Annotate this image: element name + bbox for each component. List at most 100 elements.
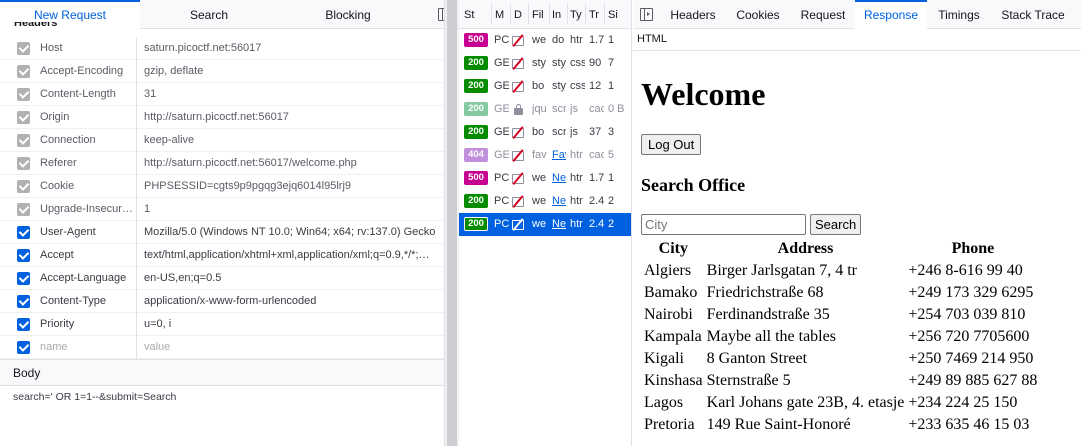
header-name-input[interactable]: Origin bbox=[40, 106, 135, 129]
header-name-input[interactable]: Connection bbox=[40, 129, 135, 152]
header-checkbox[interactable] bbox=[17, 134, 30, 147]
request-row[interactable]: 200 GE jquscrjscac 0 B bbox=[459, 98, 631, 121]
tab-stack-trace[interactable]: Stack Trace bbox=[995, 0, 1071, 29]
header-value-input[interactable]: value bbox=[144, 336, 436, 359]
header-value-input[interactable]: gzip, deflate bbox=[144, 60, 436, 83]
column-size[interactable]: Si bbox=[608, 0, 630, 29]
tab-search[interactable]: Search bbox=[140, 0, 278, 29]
lock-icon bbox=[514, 104, 523, 115]
header-value-input[interactable]: text/html,application/xhtml+xml,applicat… bbox=[144, 244, 436, 267]
tab-response[interactable]: Response bbox=[855, 0, 927, 29]
tab-timings[interactable]: Timings bbox=[929, 0, 989, 29]
request-row[interactable]: 200 PC we Ne htr 2.4 2 bbox=[459, 190, 631, 213]
header-row[interactable]: Host saturn.picoctf.net:56017 bbox=[0, 37, 444, 60]
header-row[interactable]: Accept text/html,application/xhtml+xml,ap… bbox=[0, 244, 444, 267]
header-name-input[interactable]: Accept-Language bbox=[40, 267, 135, 290]
request-list-header: St M D Fil In Ty Tr Si bbox=[459, 0, 631, 29]
header-checkbox[interactable] bbox=[17, 272, 30, 285]
initiator-cell: scr bbox=[552, 126, 566, 138]
header-value-input[interactable]: 31 bbox=[144, 83, 436, 106]
search-button[interactable]: Search bbox=[810, 214, 862, 235]
header-checkbox[interactable] bbox=[17, 42, 30, 55]
initiator-cell[interactable]: Fav bbox=[552, 144, 566, 167]
header-row[interactable]: Upgrade-Insecur… 1 bbox=[0, 198, 444, 221]
toggle-sidebar-icon[interactable] bbox=[438, 8, 444, 21]
header-row[interactable]: Origin http://saturn.picoctf.net:56017 bbox=[0, 106, 444, 129]
header-row[interactable]: Accept-Language en-US,en;q=0.5 bbox=[0, 267, 444, 290]
tab-request[interactable]: Request bbox=[793, 0, 853, 29]
request-row[interactable]: 200 PC we Ne htr 2.4 2 bbox=[459, 213, 631, 236]
header-name-input[interactable]: Content-Length bbox=[40, 83, 135, 106]
header-row[interactable]: Content-Type application/x-www-form-urlen… bbox=[0, 290, 444, 313]
column-initiator[interactable]: In bbox=[552, 0, 566, 29]
header-name-input[interactable]: Content-Type bbox=[40, 290, 135, 313]
status-badge: 200 bbox=[464, 79, 488, 93]
column-status[interactable]: St bbox=[464, 0, 490, 29]
header-checkbox[interactable] bbox=[17, 318, 30, 331]
scrollbar-thumb[interactable] bbox=[447, 0, 457, 446]
city-search-input[interactable]: City bbox=[641, 214, 806, 235]
header-value-input[interactable]: en-US,en;q=0.5 bbox=[144, 267, 436, 290]
blocked-icon bbox=[511, 195, 524, 208]
header-row[interactable]: Connection keep-alive bbox=[0, 129, 444, 152]
header-row[interactable]: Referer http://saturn.picoctf.net:56017/w… bbox=[0, 152, 444, 175]
column-domain[interactable]: D bbox=[514, 0, 526, 29]
header-value-input[interactable]: http://saturn.picoctf.net:56017 bbox=[144, 106, 436, 129]
left-panel-scrollbar[interactable] bbox=[445, 0, 459, 446]
header-checkbox[interactable] bbox=[17, 249, 30, 262]
header-value-input[interactable]: keep-alive bbox=[144, 129, 436, 152]
header-checkbox[interactable] bbox=[17, 157, 30, 170]
column-transferred[interactable]: Tr bbox=[589, 0, 603, 29]
column-file[interactable]: Fil bbox=[532, 0, 549, 29]
header-name-input[interactable]: Upgrade-Insecur… bbox=[40, 198, 135, 221]
request-row[interactable]: 200 GE sty sty css 90 7 bbox=[459, 52, 631, 75]
tab-blocking[interactable]: Blocking bbox=[278, 0, 418, 29]
header-checkbox[interactable] bbox=[17, 65, 30, 78]
header-row[interactable]: name value bbox=[0, 336, 444, 359]
header-value-input[interactable]: application/x-www-form-urlencoded bbox=[144, 290, 436, 313]
request-row[interactable]: 404 GE fav Favhtrcac 5 bbox=[459, 144, 631, 167]
header-name-input[interactable]: User-Agent bbox=[40, 221, 135, 244]
tab-cookies[interactable]: Cookies bbox=[729, 0, 787, 29]
initiator-cell[interactable]: Ne bbox=[552, 190, 566, 213]
header-name-input[interactable]: Cookie bbox=[40, 175, 135, 198]
response-format-bar[interactable]: HTML bbox=[633, 29, 1081, 51]
column-type[interactable]: Ty bbox=[570, 0, 584, 29]
header-value-input[interactable]: saturn.picoctf.net:56017 bbox=[144, 37, 436, 60]
header-value-input[interactable]: Mozilla/5.0 (Windows NT 10.0; Win64; x64… bbox=[144, 221, 436, 244]
column-method[interactable]: M bbox=[495, 0, 509, 29]
header-value-input[interactable]: http://saturn.picoctf.net:56017/welcome.… bbox=[144, 152, 436, 175]
header-checkbox[interactable] bbox=[17, 295, 30, 308]
request-row[interactable]: 500 PC we Ne htr 1.7 1 bbox=[459, 167, 631, 190]
request-body-textarea[interactable]: search=' OR 1=1--&submit=Search bbox=[13, 391, 176, 403]
initiator-cell[interactable]: Ne bbox=[552, 213, 566, 236]
header-checkbox[interactable] bbox=[17, 111, 30, 124]
logout-button[interactable]: Log Out bbox=[641, 134, 702, 155]
request-row[interactable]: 200 GE bo scr js 37 3 bbox=[459, 121, 631, 144]
header-row[interactable]: User-Agent Mozilla/5.0 (Windows NT 10.0; … bbox=[0, 221, 444, 244]
header-value-input[interactable]: 1 bbox=[144, 198, 436, 221]
tab-headers[interactable]: Headers bbox=[663, 0, 723, 29]
header-checkbox[interactable] bbox=[17, 203, 30, 216]
header-name-input[interactable]: name bbox=[40, 336, 135, 359]
header-value-input[interactable]: PHPSESSID=cgts9p9pgqg3ejq6014l95lrj9 bbox=[144, 175, 436, 198]
header-row[interactable]: Cookie PHPSESSID=cgts9p9pgqg3ejq6014l95lr… bbox=[0, 175, 444, 198]
request-row[interactable]: 200 GE bo sty css 12 1 bbox=[459, 75, 631, 98]
header-name-input[interactable]: Accept-Encoding bbox=[40, 60, 135, 83]
initiator-cell[interactable]: Ne bbox=[552, 167, 566, 190]
header-checkbox[interactable] bbox=[17, 341, 30, 354]
header-value-input[interactable]: u=0, i bbox=[144, 313, 436, 336]
header-row[interactable]: Accept-Encoding gzip, deflate bbox=[0, 60, 444, 83]
toggle-details-icon[interactable] bbox=[640, 8, 653, 21]
header-name-input[interactable]: Host bbox=[40, 37, 135, 60]
header-name-input[interactable]: Priority bbox=[40, 313, 135, 336]
header-row[interactable]: Priority u=0, i bbox=[0, 313, 444, 336]
body-section-header[interactable]: Body bbox=[0, 359, 444, 386]
header-name-input[interactable]: Referer bbox=[40, 152, 135, 175]
request-row[interactable]: 500 PC we do htr 1.7 1 bbox=[459, 29, 631, 52]
header-name-input[interactable]: Accept bbox=[40, 244, 135, 267]
header-checkbox[interactable] bbox=[17, 180, 30, 193]
header-checkbox[interactable] bbox=[17, 88, 30, 101]
header-row[interactable]: Content-Length 31 bbox=[0, 83, 444, 106]
header-checkbox[interactable] bbox=[17, 226, 30, 239]
